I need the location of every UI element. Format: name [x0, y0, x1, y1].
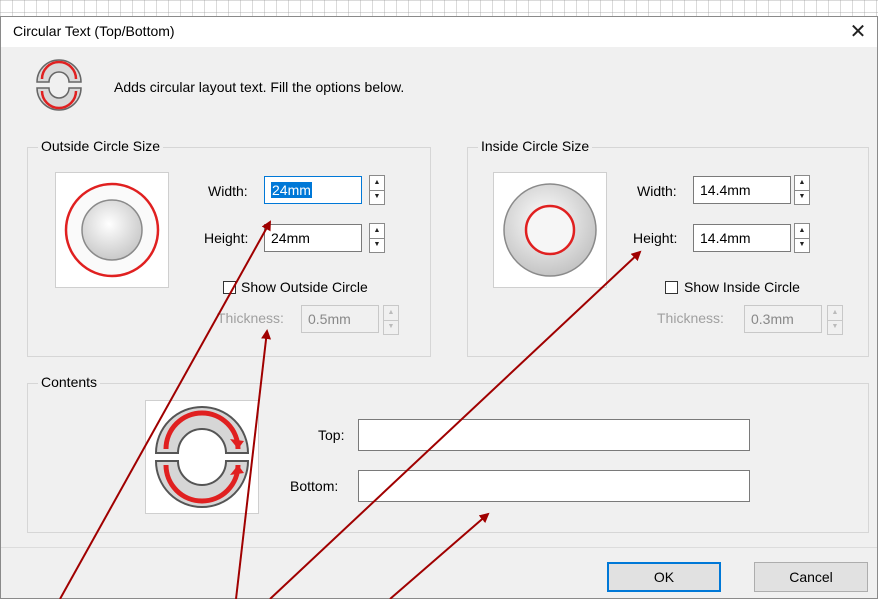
annotation-arrows	[59, 220, 642, 599]
annotation-arrow	[59, 220, 271, 599]
annotation-arrow	[389, 512, 490, 599]
annotation-arrow	[269, 250, 642, 599]
annotation-arrow	[235, 329, 272, 599]
